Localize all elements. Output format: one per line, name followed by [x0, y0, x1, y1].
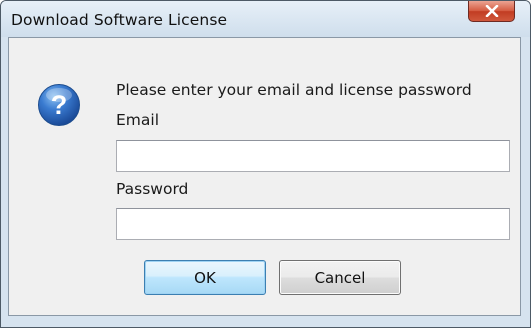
- close-icon: [485, 5, 499, 17]
- dialog-window: Download Software License ? Please enter…: [0, 0, 531, 328]
- email-label: Email: [116, 111, 160, 129]
- svg-text:?: ?: [51, 90, 68, 120]
- cancel-button[interactable]: Cancel: [279, 260, 401, 295]
- dialog-body: ? Please enter your email and license pa…: [8, 37, 521, 316]
- ok-button[interactable]: OK: [144, 260, 266, 295]
- window-title: Download Software License: [11, 11, 228, 29]
- title-bar[interactable]: Download Software License: [1, 1, 530, 37]
- email-field[interactable]: [116, 140, 510, 172]
- close-button[interactable]: [468, 1, 515, 22]
- password-field[interactable]: [116, 208, 510, 240]
- question-icon: ?: [38, 84, 80, 126]
- password-label: Password: [116, 180, 189, 198]
- prompt-text: Please enter your email and license pass…: [116, 81, 472, 99]
